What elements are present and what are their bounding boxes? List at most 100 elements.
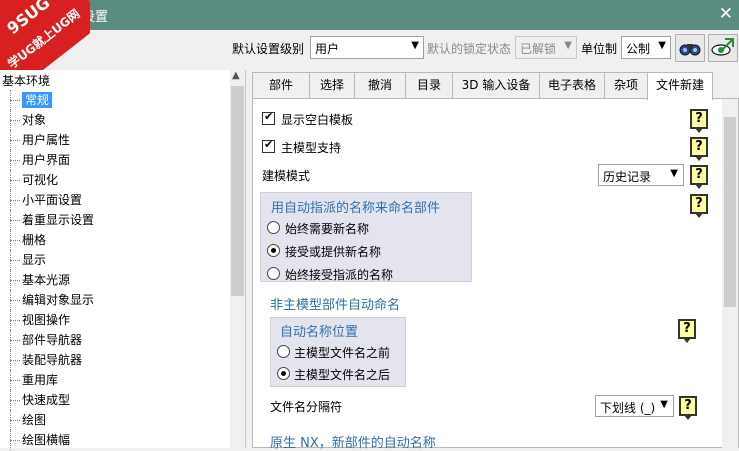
binoculars-icon <box>679 44 701 56</box>
find-settings-button[interactable] <box>675 34 705 62</box>
radio-always-accept[interactable] <box>267 267 280 280</box>
tree-item-label: 显示 <box>22 253 47 267</box>
auto-name-group: 用自动指派的名称来命名部件 始终需要新名称 接受或提供新名称 始终接受指派的名称 <box>260 192 472 282</box>
tree-item-label: 编辑对象显示 <box>22 293 95 307</box>
radio-accept-or-provide[interactable] <box>267 244 280 257</box>
default-level-value: 用户 <box>315 42 340 56</box>
tab[interactable]: 选择 <box>309 72 355 98</box>
eye-arrow-icon <box>711 38 734 56</box>
radio-label: 接受或提供新名称 <box>285 245 382 259</box>
modeling-mode-select[interactable]: 历史记录 ▼ <box>598 164 684 186</box>
tree-scrollbar[interactable]: ▲ <box>230 70 245 448</box>
tree-item-label: 栅格 <box>22 233 47 247</box>
tab[interactable]: 电子表格 <box>539 72 605 98</box>
content-scroll-thumb[interactable] <box>724 117 736 307</box>
help-icon[interactable]: ? <box>690 137 708 161</box>
scroll-up-icon[interactable]: ▲ <box>232 70 240 81</box>
tree-item[interactable]: 可视化 <box>0 170 230 190</box>
tree-item-label: 重用库 <box>22 373 59 387</box>
view-settings-button[interactable] <box>708 34 738 62</box>
show-blank-template-checkbox[interactable] <box>262 110 275 125</box>
close-icon[interactable]: ✕ <box>719 4 733 24</box>
tree-item[interactable]: 重用库 <box>0 370 230 390</box>
help-icon[interactable]: ? <box>690 194 708 218</box>
chevron-down-icon: ▼ <box>411 40 419 51</box>
tree-item[interactable]: 对象 <box>0 110 230 130</box>
chevron-down-icon: ▼ <box>670 168 678 179</box>
tree-item-label: 可视化 <box>22 173 59 187</box>
tree-item-label: 视图操作 <box>22 313 71 327</box>
auto-position-group-title: 自动名称位置 <box>280 325 359 340</box>
master-model-support-checkbox[interactable] <box>262 138 275 153</box>
tree-item[interactable]: 栅格 <box>0 230 230 250</box>
tree-scroll-thumb[interactable] <box>231 86 244 296</box>
tree-item[interactable]: 绘图横幅 <box>0 430 230 450</box>
separator-select[interactable]: 下划线 (_) ▼ <box>595 395 674 417</box>
tree-list: 常规对象用户属性用户界面可视化小平面设置着重显示设置 栅格显示基本光源编辑对象显示… <box>0 90 230 450</box>
tree-item[interactable]: 装配导航器 <box>0 350 230 370</box>
radio-label: 主模型文件名之后 <box>294 368 391 382</box>
tree-item[interactable]: 编辑对象显示 <box>0 290 230 310</box>
default-level-select[interactable]: 用户 ▼ <box>310 36 424 59</box>
radio-label: 主模型文件名之前 <box>294 346 391 360</box>
tree-item[interactable]: 基本光源 <box>0 270 230 290</box>
tree-item-label: 着重显示设置 <box>22 213 95 227</box>
category-tree[interactable]: 基本环境 常规对象用户属性用户界面可视化小平面设置着重显示设置 栅格显示基本光源编… <box>0 70 246 450</box>
tab[interactable]: 撤消 <box>354 72 406 98</box>
chevron-down-icon: ▼ <box>658 40 666 51</box>
radio-always-new-name[interactable] <box>267 221 280 234</box>
radio-label: 始终需要新名称 <box>285 222 370 236</box>
title-bar: 设置 ✕ <box>0 0 739 30</box>
chevron-down-icon: ▼ <box>660 399 668 410</box>
master-model-support-label: 主模型支持 <box>281 141 342 155</box>
help-icon[interactable]: ? <box>679 396 697 420</box>
unit-label: 单位制 <box>581 42 618 56</box>
lock-state-label: 默认的锁定状态 <box>427 42 512 56</box>
tree-item[interactable]: 小平面设置 <box>0 190 230 210</box>
tree-item-label: 对象 <box>22 113 47 127</box>
tree-item[interactable]: 用户界面 <box>0 150 230 170</box>
unit-select[interactable]: 公制 ▼ <box>621 36 671 59</box>
help-icon[interactable]: ? <box>678 319 696 343</box>
tree-item-label: 快速成型 <box>22 393 71 407</box>
tree-item[interactable]: 着重显示设置 <box>0 210 230 230</box>
tree-item[interactable]: 视图操作 <box>0 310 230 330</box>
lock-state-value: 已解锁 <box>520 42 557 56</box>
show-blank-template-label: 显示空白模板 <box>281 113 354 127</box>
tab[interactable]: 文件新建 <box>647 72 713 100</box>
tree-item[interactable]: 常规 <box>0 90 230 110</box>
chevron-down-icon: ▼ <box>564 40 572 51</box>
tab[interactable]: 目录 <box>405 72 453 98</box>
tree-root-basic-environment[interactable]: 基本环境 <box>2 72 50 89</box>
radio-before-master[interactable] <box>277 345 290 358</box>
auto-name-group-title: 用自动指派的名称来命名部件 <box>271 201 441 216</box>
separator-label: 文件名分隔符 <box>270 400 343 414</box>
tree-item-label: 部件导航器 <box>22 333 83 347</box>
radio-label: 始终接受指派的名称 <box>285 268 394 282</box>
tree-item[interactable]: 快速成型 <box>0 390 230 410</box>
radio-after-master[interactable] <box>277 367 290 380</box>
tree-item-label: 绘图 <box>22 413 47 427</box>
tree-item-label: 小平面设置 <box>22 193 83 207</box>
tab[interactable]: 3D 输入设备 <box>452 72 540 98</box>
help-icon[interactable]: ? <box>690 109 708 133</box>
tab[interactable]: 部件 <box>252 72 310 98</box>
auto-position-group: 自动名称位置 主模型文件名之前 主模型文件名之后 <box>270 317 406 387</box>
tree-item-label: 用户界面 <box>22 153 71 167</box>
tree-item-label: 基本光源 <box>22 273 71 287</box>
unit-value: 公制 <box>626 42 651 56</box>
tree-item[interactable]: 显示 <box>0 250 230 270</box>
tab[interactable]: 杂项 <box>604 72 648 98</box>
tree-item[interactable]: 部件导航器 <box>0 330 230 350</box>
help-icon[interactable]: ? <box>690 165 708 189</box>
file-new-panel: 显示空白模板 ? 主模型支持 ? 建模模式 历史记录 ▼ ? 用自动指派的名称来… <box>252 98 739 451</box>
content-scrollbar[interactable] <box>722 99 738 449</box>
tree-item[interactable]: 绘图 <box>0 410 230 430</box>
tree-item[interactable]: 用户属性 <box>0 130 230 150</box>
tree-item-label: 用户属性 <box>22 133 71 147</box>
lock-state-select: 已解锁 ▼ <box>515 36 577 59</box>
settings-toolbar: 默认设置级别 用户 ▼ 默认的锁定状态 已解锁 ▼ 单位制 公制 ▼ <box>0 30 739 66</box>
tree-item-label: 绘图横幅 <box>22 433 71 447</box>
non-master-title: 非主模型部件自动命名 <box>270 298 401 313</box>
watermark-logo: 9SUG 学UG就上UG网 <box>0 0 90 70</box>
